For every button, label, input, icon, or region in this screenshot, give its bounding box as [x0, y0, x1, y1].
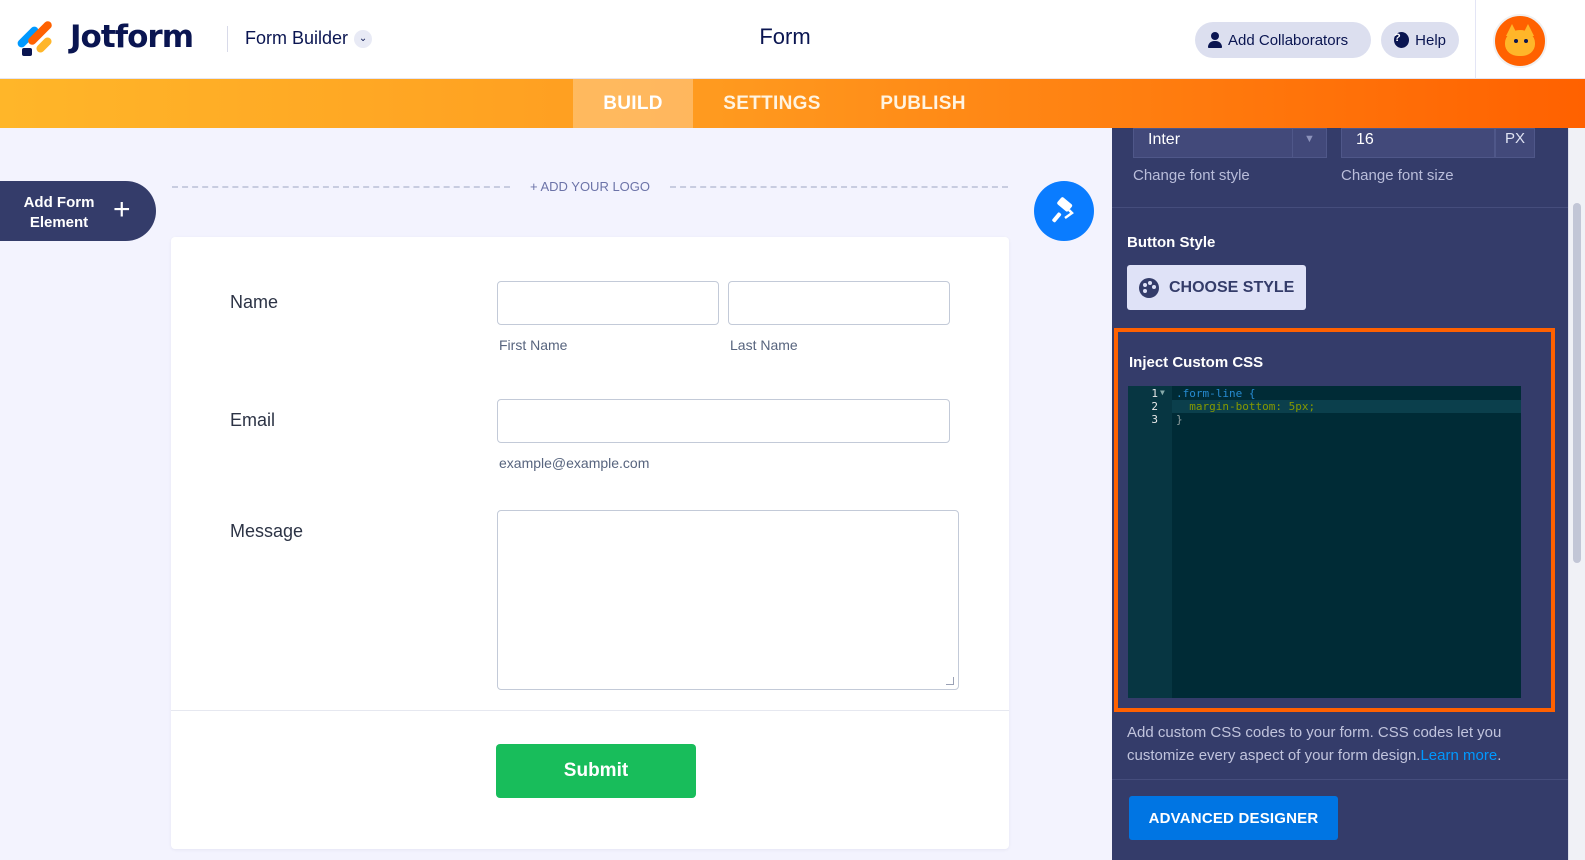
first-name-sublabel: First Name — [499, 337, 568, 353]
panel-divider — [1112, 207, 1568, 208]
css-line-3: } — [1176, 413, 1183, 426]
line-number: 1 — [1151, 387, 1158, 400]
tab-build[interactable]: BUILD — [573, 79, 693, 128]
form-builder-label: Form Builder — [245, 28, 349, 48]
question-icon: ? — [1394, 32, 1410, 48]
css-code-editor[interactable]: 1 ▼ 2 3 .form-line { margin-bottom: 5px;… — [1128, 386, 1521, 698]
add-collaborators-button[interactable]: Add Collaborators — [1195, 22, 1371, 58]
code-line-3: } — [1176, 413, 1183, 426]
font-size-input[interactable]: 16 — [1341, 128, 1495, 158]
avatar[interactable] — [1493, 14, 1547, 68]
first-name-input[interactable] — [497, 281, 719, 325]
css-line-1: .form-line { — [1176, 387, 1256, 400]
jotform-logo-icon — [15, 18, 56, 56]
submit-button[interactable]: Submit — [496, 744, 696, 798]
header-divider — [227, 26, 228, 52]
tab-settings[interactable]: SETTINGS — [700, 79, 844, 128]
font-size-unit: PX — [1495, 128, 1535, 158]
code-line-2: margin-bottom: 5px; — [1176, 400, 1315, 413]
palette-icon — [1139, 277, 1159, 298]
choose-style-button[interactable]: CHOOSE STYLE — [1127, 265, 1306, 310]
logo-dashed-line-left — [172, 186, 510, 188]
last-name-sublabel: Last Name — [730, 337, 798, 353]
email-label: Email — [230, 410, 276, 430]
form-divider — [171, 710, 1009, 711]
jotform-logo[interactable]: Jotform — [15, 18, 194, 56]
chevron-down-icon: ⌄ — [354, 29, 373, 48]
add-form-element-button[interactable]: Add Form Element + — [0, 181, 156, 241]
form-title[interactable]: Form — [740, 24, 830, 50]
line-number: 2 — [1151, 400, 1158, 413]
email-sublabel: example@example.com — [499, 455, 650, 471]
learn-more-link[interactable]: Learn more — [1420, 747, 1497, 764]
logo-dashed-line-right — [670, 186, 1008, 188]
last-name-input[interactable] — [728, 281, 950, 325]
tab-publish[interactable]: PUBLISH — [858, 79, 988, 128]
add-collaborators-label: Add Collaborators — [1228, 31, 1349, 49]
add-form-element-label: Add Form Element — [23, 194, 95, 231]
help-period: . — [1497, 747, 1502, 764]
add-logo-link[interactable]: + ADD YOUR LOGO — [518, 179, 662, 194]
message-label: Message — [230, 521, 304, 541]
brand-name: Jotform — [70, 19, 194, 55]
dropdown-arrow-icon: ▼ — [1292, 128, 1326, 158]
line-number: 3 — [1151, 413, 1158, 426]
button-style-title: Button Style — [1127, 234, 1216, 251]
designer-panel: Inter ▼ 16 PX Change font style Change f… — [1112, 128, 1568, 860]
top-header: Jotform Form Builder ⌄ Form Add Collabor… — [0, 0, 1585, 79]
name-label: Name — [230, 292, 279, 312]
form-card: Name First Name Last Name Email example@… — [171, 237, 1009, 849]
font-family-value: Inter — [1148, 131, 1181, 148]
paint-roller-icon — [1052, 197, 1074, 223]
editor-gutter: 1 ▼ 2 3 — [1128, 386, 1172, 698]
header-divider-right — [1475, 0, 1476, 79]
font-size-caption: Change font size — [1341, 167, 1454, 184]
message-textarea[interactable] — [497, 510, 959, 690]
plus-icon: + — [113, 193, 131, 226]
font-style-caption: Change font style — [1133, 167, 1250, 184]
form-builder-menu[interactable]: Form Builder ⌄ — [245, 28, 373, 49]
fold-arrow-icon[interactable]: ▼ — [1160, 388, 1165, 397]
scrollbar-thumb[interactable] — [1573, 203, 1581, 563]
font-family-select[interactable]: Inter ▼ — [1133, 128, 1327, 158]
choose-style-label: CHOOSE STYLE — [1169, 278, 1295, 296]
css-line-2: margin-bottom: 5px; — [1176, 400, 1316, 413]
panel-divider-bottom — [1112, 779, 1568, 780]
help-label: Help — [1415, 31, 1446, 49]
email-input[interactable] — [497, 399, 950, 443]
form-designer-button[interactable] — [1034, 181, 1094, 241]
custom-css-title: Inject Custom CSS — [1129, 354, 1264, 371]
user-icon — [1208, 32, 1222, 48]
resize-handle-icon[interactable] — [946, 677, 954, 685]
builder-nav: BUILD SETTINGS PUBLISH — [0, 79, 1585, 128]
custom-css-section: Inject Custom CSS 1 ▼ 2 3 .form-line { m… — [1114, 328, 1555, 712]
help-button[interactable]: ? Help — [1381, 22, 1459, 58]
code-line-1: .form-line { — [1176, 387, 1255, 400]
panel-scrollbar[interactable] — [1568, 128, 1585, 860]
advanced-designer-button[interactable]: ADVANCED DESIGNER — [1129, 796, 1338, 840]
custom-css-help: Add custom CSS codes to your form. CSS c… — [1127, 721, 1547, 767]
